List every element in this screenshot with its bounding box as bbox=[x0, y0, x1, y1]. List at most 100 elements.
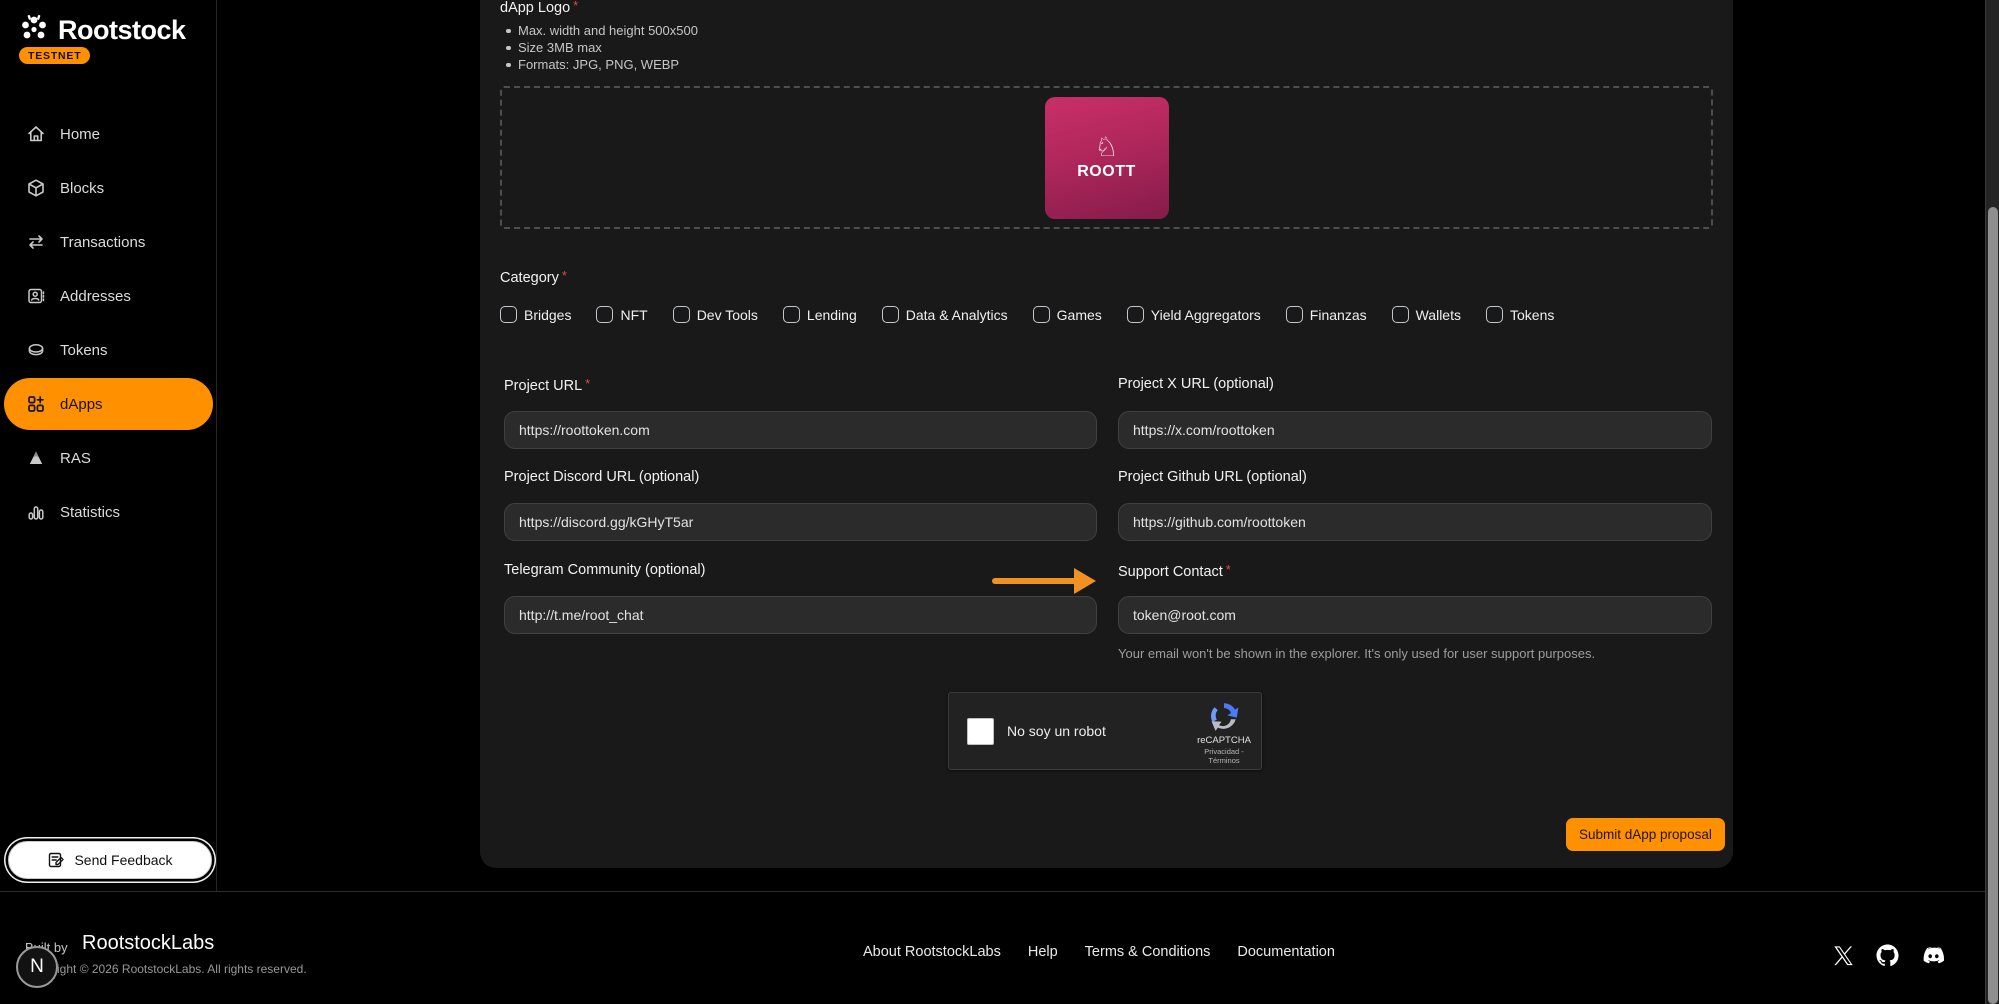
sidebar-nav: Home Blocks Transactions Addresses bbox=[0, 107, 217, 539]
checkbox-icon[interactable] bbox=[1392, 306, 1409, 323]
recaptcha-widget: No soy un robot reCAPTCHA Privacidad - T… bbox=[948, 692, 1262, 770]
category-checkbox-finanzas[interactable]: Finanzas bbox=[1286, 306, 1367, 323]
dapp-logo-label: dApp Logo* bbox=[500, 0, 578, 16]
logo-requirement: Max. width and height 500x500 bbox=[504, 22, 698, 39]
project-x-url-input[interactable] bbox=[1118, 411, 1712, 449]
testnet-badge: TESTNET bbox=[19, 47, 90, 64]
telegram-community-input[interactable] bbox=[504, 596, 1097, 634]
recaptcha-checkbox[interactable] bbox=[967, 718, 994, 745]
category-checkbox-tokens[interactable]: Tokens bbox=[1486, 306, 1554, 323]
checkbox-icon[interactable] bbox=[500, 306, 517, 323]
home-icon bbox=[26, 124, 46, 144]
sidebar-item-label: RAS bbox=[60, 450, 91, 467]
project-url-input[interactable] bbox=[504, 411, 1097, 449]
scrollbar-thumb[interactable] bbox=[1988, 207, 1998, 1004]
footer-links: About RootstockLabs Help Terms & Conditi… bbox=[863, 944, 1335, 960]
rootstock-logo-icon bbox=[16, 12, 52, 48]
category-checkbox-wallets[interactable]: Wallets bbox=[1392, 306, 1461, 323]
sidebar-item-tokens[interactable]: Tokens bbox=[0, 323, 217, 377]
footer-link-about[interactable]: About RootstockLabs bbox=[863, 944, 1001, 960]
category-options: Bridges NFT Dev Tools Lending Data & Ana… bbox=[500, 306, 1554, 323]
dapps-grid-icon bbox=[26, 394, 46, 414]
project-github-url-label: Project Github URL (optional) bbox=[1118, 469, 1712, 485]
category-checkbox-data-analytics[interactable]: Data & Analytics bbox=[882, 306, 1008, 323]
checkbox-icon[interactable] bbox=[1286, 306, 1303, 323]
sidebar-item-label: dApps bbox=[60, 396, 103, 413]
checkbox-icon[interactable] bbox=[1033, 306, 1050, 323]
dapp-proposal-form: dApp Logo* Max. width and height 500x500… bbox=[480, 0, 1733, 868]
category-checkbox-bridges[interactable]: Bridges bbox=[500, 306, 571, 323]
coin-icon bbox=[26, 340, 46, 360]
sidebar-item-label: Transactions bbox=[60, 234, 145, 251]
x-twitter-icon[interactable] bbox=[1833, 945, 1854, 966]
logo-requirement: Size 3MB max bbox=[504, 39, 698, 56]
checkbox-icon[interactable] bbox=[882, 306, 899, 323]
sidebar-item-dapps[interactable]: dApps bbox=[4, 378, 213, 430]
support-contact-input[interactable] bbox=[1118, 596, 1712, 634]
logo-requirement: Formats: JPG, PNG, WEBP bbox=[504, 56, 698, 73]
cube-icon bbox=[26, 178, 46, 198]
submit-dapp-proposal-button[interactable]: Submit dApp proposal bbox=[1566, 818, 1725, 851]
send-feedback-label: Send Feedback bbox=[74, 852, 172, 868]
project-url-label: Project URL* bbox=[504, 376, 1097, 394]
sidebar-item-label: Blocks bbox=[60, 180, 104, 197]
category-checkbox-games[interactable]: Games bbox=[1033, 306, 1102, 323]
transfer-arrows-icon bbox=[26, 232, 46, 252]
sidebar-item-home[interactable]: Home bbox=[0, 107, 217, 161]
category-checkbox-lending[interactable]: Lending bbox=[783, 306, 857, 323]
project-github-url-input[interactable] bbox=[1118, 503, 1712, 541]
checkbox-icon[interactable] bbox=[673, 306, 690, 323]
uploaded-logo-preview[interactable]: ♘ ROOTT bbox=[1045, 97, 1169, 219]
checkbox-icon[interactable] bbox=[783, 306, 800, 323]
recaptcha-label: No soy un robot bbox=[1007, 723, 1106, 739]
category-checkbox-nft[interactable]: NFT bbox=[596, 306, 647, 323]
required-asterisk: * bbox=[562, 268, 567, 283]
page-scrollbar bbox=[1985, 0, 1999, 1004]
category-checkbox-yield-aggregators[interactable]: Yield Aggregators bbox=[1127, 306, 1261, 323]
footer: N Built by RootstockLabs Copyright © 202… bbox=[0, 892, 1999, 1004]
footer-link-help[interactable]: Help bbox=[1028, 944, 1058, 960]
social-links bbox=[1833, 944, 1946, 967]
sidebar-item-ras[interactable]: RAS bbox=[0, 431, 217, 485]
sidebar-item-label: Statistics bbox=[60, 504, 120, 521]
logo-tile-text: ROOTT bbox=[1077, 163, 1136, 181]
project-discord-url-input[interactable] bbox=[504, 503, 1097, 541]
sidebar-item-addresses[interactable]: Addresses bbox=[0, 269, 217, 323]
checkbox-icon[interactable] bbox=[1486, 306, 1503, 323]
copyright-text: Copyright © 2026 RootstockLabs. All righ… bbox=[25, 962, 307, 976]
bar-chart-icon bbox=[26, 502, 46, 522]
mountain-icon bbox=[26, 448, 46, 468]
support-contact-hint: Your email won't be shown in the explore… bbox=[1118, 646, 1595, 661]
sidebar-item-label: Home bbox=[60, 126, 100, 143]
project-discord-url-label: Project Discord URL (optional) bbox=[504, 469, 1097, 485]
sidebar-item-statistics[interactable]: Statistics bbox=[0, 485, 217, 539]
sidebar-item-blocks[interactable]: Blocks bbox=[0, 161, 217, 215]
knight-icon: ♘ bbox=[1094, 134, 1118, 161]
send-feedback-button[interactable]: Send Feedback bbox=[8, 841, 212, 879]
support-contact-label: Support Contact* bbox=[1118, 562, 1712, 580]
rootstocklabs-link[interactable]: RootstockLabs bbox=[82, 932, 214, 955]
recaptcha-logo-icon bbox=[1208, 700, 1240, 732]
sidebar: Rootstock TESTNET Home Blocks Transactio… bbox=[0, 0, 217, 891]
feedback-note-icon bbox=[47, 851, 65, 869]
footer-link-terms[interactable]: Terms & Conditions bbox=[1085, 944, 1211, 960]
github-icon[interactable] bbox=[1876, 944, 1899, 967]
brand-name: Rootstock bbox=[58, 15, 186, 46]
logo-upload-dropzone[interactable]: ♘ ROOTT bbox=[500, 86, 1713, 229]
category-checkbox-dev-tools[interactable]: Dev Tools bbox=[673, 306, 758, 323]
checkbox-icon[interactable] bbox=[596, 306, 613, 323]
sidebar-item-transactions[interactable]: Transactions bbox=[0, 215, 217, 269]
project-x-url-label: Project X URL (optional) bbox=[1118, 376, 1712, 392]
checkbox-icon[interactable] bbox=[1127, 306, 1144, 323]
contact-card-icon bbox=[26, 286, 46, 306]
recaptcha-brand: reCAPTCHA Privacidad - Términos bbox=[1195, 700, 1253, 765]
logo-requirements-list: Max. width and height 500x500 Size 3MB m… bbox=[504, 22, 698, 73]
discord-icon[interactable] bbox=[1921, 946, 1946, 966]
required-asterisk: * bbox=[585, 376, 590, 391]
brand[interactable]: Rootstock bbox=[16, 12, 186, 48]
required-asterisk: * bbox=[573, 0, 578, 13]
n-cursor-badge: N bbox=[16, 946, 58, 988]
recaptcha-privacy-terms[interactable]: Privacidad - Términos bbox=[1195, 747, 1253, 765]
annotation-arrow-icon bbox=[992, 568, 1104, 594]
footer-link-documentation[interactable]: Documentation bbox=[1237, 944, 1335, 960]
